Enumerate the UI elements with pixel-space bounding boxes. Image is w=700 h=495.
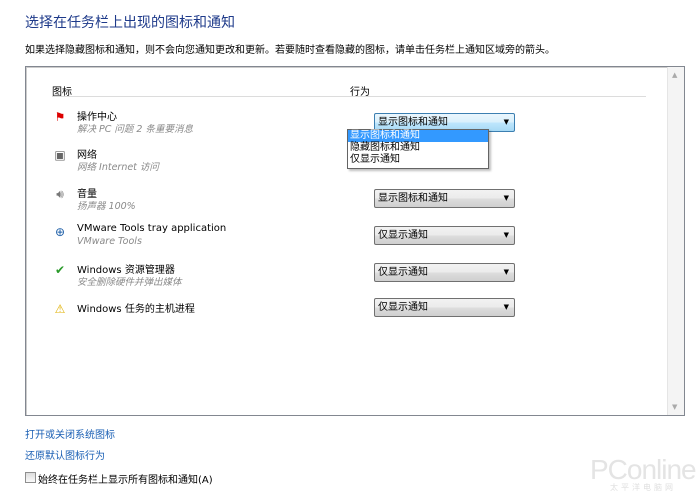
page-title: 选择在任务栏上出现的图标和通知 xyxy=(25,15,235,31)
behavior-dropdown[interactable]: 仅显示通知 ▼ xyxy=(374,226,515,245)
item-subtitle: 安全删除硬件并弹出媒体 xyxy=(77,277,182,288)
option-only-show-notifications[interactable]: 仅显示通知 xyxy=(348,154,488,166)
chevron-down-icon: ▼ xyxy=(503,194,509,202)
system-icons-link[interactable]: 打开或关闭系统图标 xyxy=(25,426,115,441)
behavior-dropdown[interactable]: 仅显示通知 ▼ xyxy=(374,263,515,282)
dropdown-options-list: 显示图标和通知 隐藏图标和通知 仅显示通知 xyxy=(347,129,489,169)
description: 如果选择隐藏图标和通知，则不会向您通知更改和更新。若要随时查看隐藏的图标，请单击… xyxy=(25,45,555,56)
option-show-icon-and-notifications[interactable]: 显示图标和通知 xyxy=(348,130,488,142)
speaker-icon: 🔊︎ xyxy=(56,187,64,201)
always-show-checkbox[interactable] xyxy=(25,472,36,483)
chevron-down-icon: ▼ xyxy=(503,303,509,311)
chevron-down-icon: ▼ xyxy=(503,118,509,126)
action-center-flag-icon: ⚑ xyxy=(54,110,66,124)
item-subtitle: VMware Tools xyxy=(77,236,142,247)
restore-default-link[interactable]: 还原默认图标行为 xyxy=(25,447,105,462)
always-show-label[interactable]: 始终在任务栏上显示所有图标和通知(A) xyxy=(38,471,213,486)
vertical-scrollbar[interactable]: ▲ ▼ xyxy=(667,67,684,415)
item-subtitle: 网络 Internet 访问 xyxy=(77,162,159,173)
warning-icon: ⚠ xyxy=(54,302,66,316)
behavior-dropdown[interactable]: 仅显示通知 ▼ xyxy=(374,298,515,317)
icon-list-panel: 图标 行为 ⚑ 操作中心 解决 PC 问题 2 条重要消息 显示图标和通知 ▼ ▣… xyxy=(25,66,685,416)
item-subtitle: 解决 PC 问题 2 条重要消息 xyxy=(77,124,193,135)
network-icon: ▣ xyxy=(54,148,66,162)
dropdown-value: 仅显示通知 xyxy=(378,267,428,278)
safely-remove-hardware-icon: ✔ xyxy=(54,263,66,277)
scroll-up-icon[interactable]: ▲ xyxy=(672,71,677,79)
item-name: Windows 任务的主机进程 xyxy=(77,304,195,315)
item-name: VMware Tools tray application xyxy=(77,223,227,234)
option-hide-icon-and-notifications[interactable]: 隐藏图标和通知 xyxy=(348,142,488,154)
chevron-down-icon: ▼ xyxy=(503,268,509,276)
item-subtitle: 扬声器 100% xyxy=(77,201,136,212)
behavior-dropdown[interactable]: 显示图标和通知 ▼ xyxy=(374,189,515,208)
dropdown-value: 显示图标和通知 xyxy=(378,193,448,204)
watermark-subtitle: 太平洋电脑网 xyxy=(610,483,676,492)
dropdown-value: 仅显示通知 xyxy=(378,302,428,313)
dropdown-value: 显示图标和通知 xyxy=(378,117,448,128)
dropdown-value: 仅显示通知 xyxy=(378,230,428,241)
chevron-down-icon: ▼ xyxy=(503,231,509,239)
vmware-icon: ⊕ xyxy=(54,225,66,239)
header-divider xyxy=(52,96,646,97)
scroll-down-icon[interactable]: ▼ xyxy=(672,403,677,411)
